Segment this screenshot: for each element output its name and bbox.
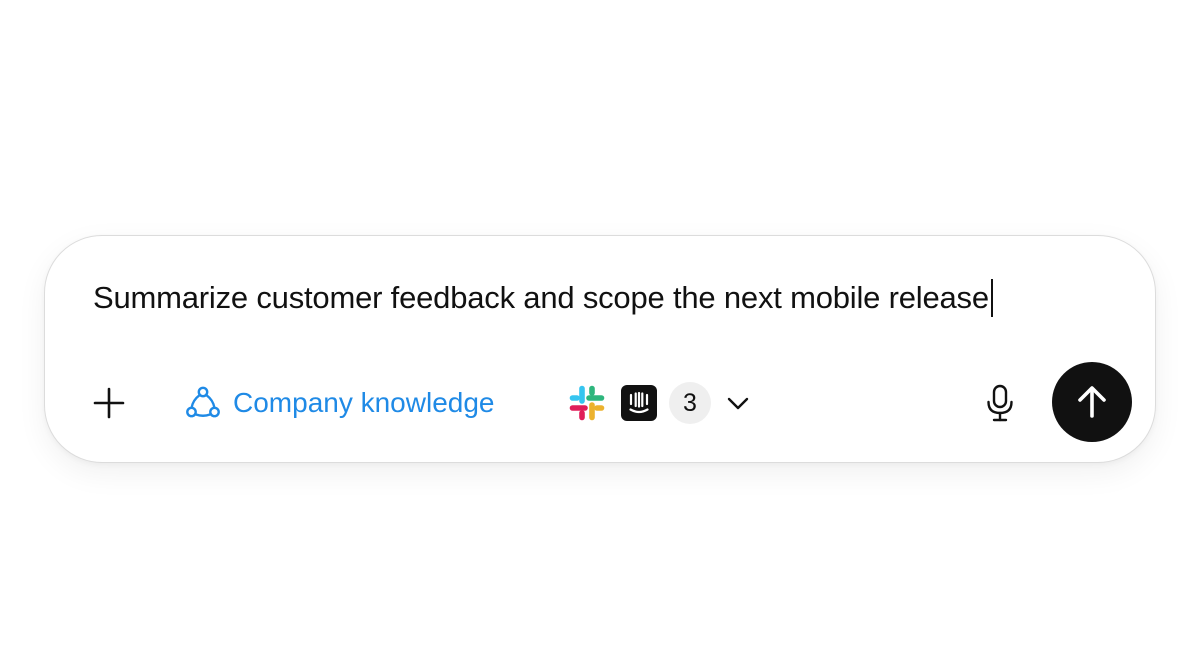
send-button[interactable] [1052,362,1132,442]
prompt-text[interactable]: Summarize customer feedback and scope th… [93,280,989,316]
chevron-down-icon[interactable] [723,388,753,418]
microphone-button[interactable] [980,383,1020,423]
text-caret [990,279,993,317]
microphone-icon [987,384,1013,422]
triangle-nodes-icon [186,386,220,418]
company-knowledge-label: Company knowledge [233,387,495,418]
intercom-icon [621,385,657,421]
add-button[interactable] [89,383,129,423]
composer-toolbar: Company knowledge 3 [45,362,1155,442]
company-knowledge-button[interactable]: Company knowledge [185,382,495,424]
chat-composer: Summarize customer feedback and scope th… [44,235,1156,463]
arrow-up-icon [1078,386,1106,418]
connected-sources-selector[interactable]: 3 [567,381,753,425]
prompt-input[interactable]: Summarize customer feedback and scope th… [93,276,993,320]
slack-icon [567,383,607,423]
more-sources-count-badge: 3 [669,382,711,424]
plus-icon [93,387,125,419]
